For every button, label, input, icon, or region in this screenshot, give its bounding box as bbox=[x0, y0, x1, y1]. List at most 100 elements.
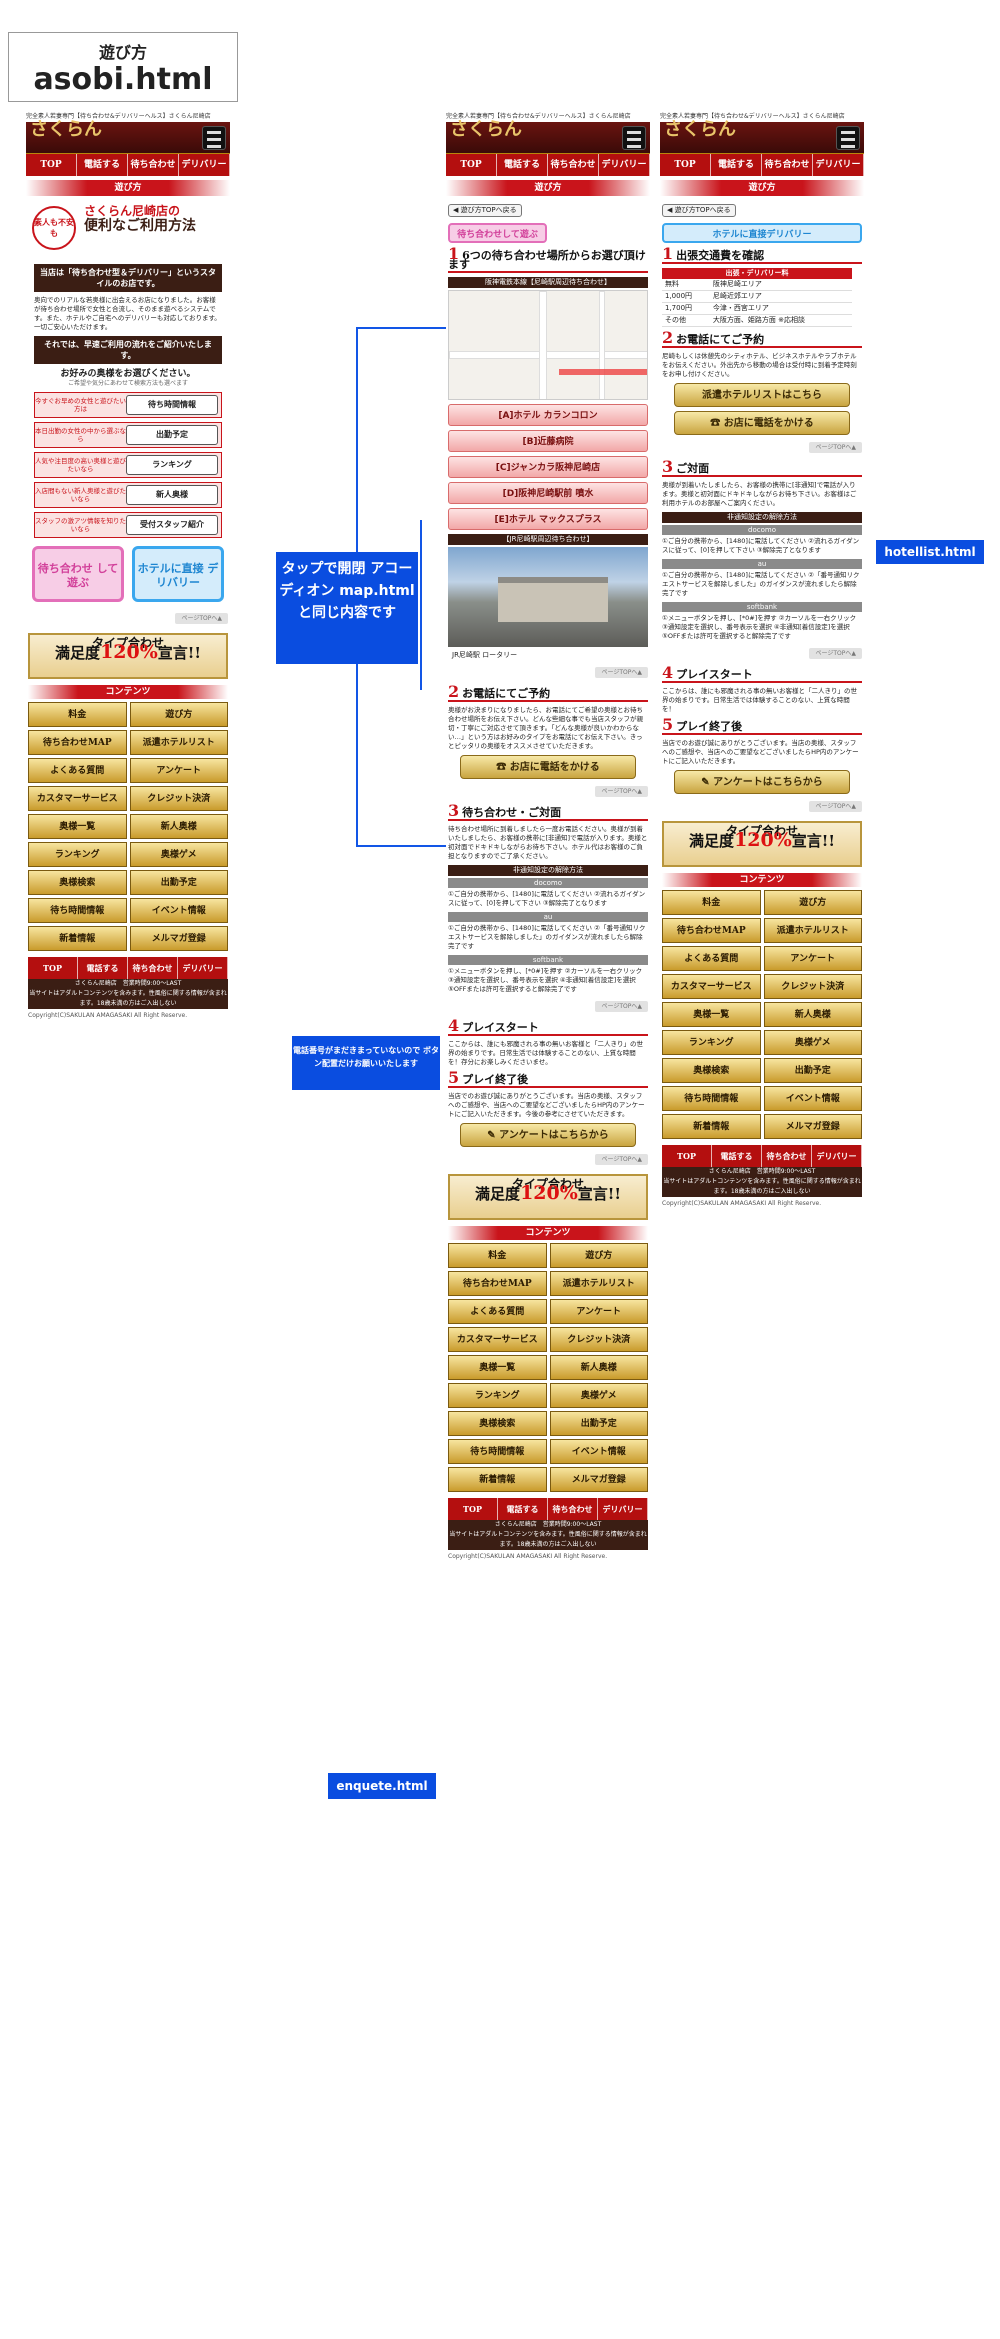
back-button[interactable]: ◀ 遊び方TOPへ戻る bbox=[662, 204, 736, 217]
site-logo[interactable]: さくらん bbox=[450, 121, 522, 139]
nav-meet[interactable]: 待ち合わせ bbox=[548, 154, 599, 176]
contents-item[interactable]: 奥様ゲメ bbox=[763, 1030, 862, 1055]
nav-meet[interactable]: 待ち合わせ bbox=[762, 154, 813, 176]
enquete-button[interactable]: ✎ アンケートはこちらから bbox=[674, 770, 850, 794]
contents-item[interactable]: 新着情報 bbox=[662, 1114, 761, 1139]
contents-item[interactable]: 奥様一覧 bbox=[448, 1355, 547, 1380]
contents-item[interactable]: クレジット決済 bbox=[763, 974, 862, 999]
contents-item[interactable]: 新着情報 bbox=[448, 1467, 547, 1492]
footer-nav-meet[interactable]: 待ち合わせ bbox=[548, 1498, 598, 1520]
spot-accordion-d[interactable]: [D]阪神尼崎駅前 噴水 bbox=[448, 482, 648, 504]
nav-delivery[interactable]: デリバリー bbox=[599, 154, 650, 176]
contents-item[interactable]: 派遣ホテルリスト bbox=[549, 1271, 648, 1296]
contents-item[interactable]: 料金 bbox=[448, 1243, 547, 1268]
page-top-link[interactable]: ページTOPへ▲ bbox=[809, 648, 862, 659]
site-logo[interactable]: さくらん bbox=[30, 121, 102, 139]
contents-item[interactable]: ランキング bbox=[28, 842, 127, 867]
nav-top[interactable]: TOP bbox=[660, 154, 711, 176]
option-row[interactable]: 本日出勤の女性の中から選ぶなら 出勤予定 bbox=[34, 422, 222, 448]
contents-item[interactable]: 奥様検索 bbox=[662, 1058, 761, 1083]
nav-tel[interactable]: 電話する bbox=[711, 154, 762, 176]
option-button[interactable]: 出勤予定 bbox=[126, 425, 218, 445]
page-top-link[interactable]: ページTOPへ▲ bbox=[809, 801, 862, 812]
contents-item[interactable]: 新人奥様 bbox=[549, 1355, 648, 1380]
contents-item[interactable]: 待ち時間情報 bbox=[662, 1086, 761, 1111]
option-button[interactable]: 待ち時間情報 bbox=[126, 395, 218, 415]
footer-nav-tel[interactable]: 電話する bbox=[78, 957, 128, 979]
contents-item[interactable]: メルマガ登録 bbox=[549, 1467, 648, 1492]
nav-meet[interactable]: 待ち合わせ bbox=[128, 154, 179, 176]
option-row[interactable]: 今すぐお早めの女性と遊びたい方は 待ち時間情報 bbox=[34, 392, 222, 418]
contents-item[interactable]: 遊び方 bbox=[549, 1243, 648, 1268]
page-top-link[interactable]: ページTOPへ▲ bbox=[595, 1001, 648, 1012]
menu-icon[interactable] bbox=[622, 126, 646, 150]
meet-mode-button[interactable]: 待ち合わせ して遊ぶ bbox=[32, 546, 124, 602]
call-button[interactable]: ☎ お店に電話をかける bbox=[460, 755, 636, 779]
contents-item[interactable]: 出勤予定 bbox=[549, 1411, 648, 1436]
footer-nav-top[interactable]: TOP bbox=[662, 1145, 712, 1167]
contents-item[interactable]: 料金 bbox=[662, 890, 761, 915]
satisfaction-banner[interactable]: タイプ合わせ 満足度120%宣言!! bbox=[28, 633, 228, 679]
footer-nav-tel[interactable]: 電話する bbox=[712, 1145, 762, 1167]
contents-item[interactable]: メルマガ登録 bbox=[129, 926, 228, 951]
option-row[interactable]: 人気や注目度の高い奥様と遊びたいなら ランキング bbox=[34, 452, 222, 478]
spot-accordion-a[interactable]: [A]ホテル カランコロン bbox=[448, 404, 648, 426]
contents-item[interactable]: 新着情報 bbox=[28, 926, 127, 951]
back-button[interactable]: ◀ 遊び方TOPへ戻る bbox=[448, 204, 522, 217]
contents-item[interactable]: 遊び方 bbox=[763, 890, 862, 915]
footer-nav-meet[interactable]: 待ち合わせ bbox=[762, 1145, 812, 1167]
contents-item[interactable]: 派遣ホテルリスト bbox=[129, 730, 228, 755]
contents-item[interactable]: イベント情報 bbox=[129, 898, 228, 923]
contents-item[interactable]: 待ち時間情報 bbox=[448, 1439, 547, 1464]
contents-item[interactable]: カスタマーサービス bbox=[662, 974, 761, 999]
contents-item[interactable]: 新人奥様 bbox=[763, 1002, 862, 1027]
contents-item[interactable]: 新人奥様 bbox=[129, 814, 228, 839]
tab-meet[interactable]: 待ち合わせして遊ぶ bbox=[448, 223, 547, 243]
contents-item[interactable]: よくある質問 bbox=[448, 1299, 547, 1324]
contents-item[interactable]: 奥様ゲメ bbox=[129, 842, 228, 867]
contents-item[interactable]: 奥様検索 bbox=[448, 1411, 547, 1436]
contents-item[interactable]: メルマガ登録 bbox=[763, 1114, 862, 1139]
contents-item[interactable]: 遊び方 bbox=[129, 702, 228, 727]
contents-item[interactable]: アンケート bbox=[763, 946, 862, 971]
nav-tel[interactable]: 電話する bbox=[497, 154, 548, 176]
satisfaction-banner[interactable]: タイプ合わせ 満足度120%宣言!! bbox=[662, 821, 862, 867]
contents-item[interactable]: アンケート bbox=[129, 758, 228, 783]
nav-top[interactable]: TOP bbox=[446, 154, 497, 176]
contents-item[interactable]: 奥様一覧 bbox=[662, 1002, 761, 1027]
contents-item[interactable]: 奥様一覧 bbox=[28, 814, 127, 839]
contents-item[interactable]: 待ち合わせMAP bbox=[28, 730, 127, 755]
contents-item[interactable]: 出勤予定 bbox=[129, 870, 228, 895]
contents-item[interactable]: 出勤予定 bbox=[763, 1058, 862, 1083]
page-top-link[interactable]: ページTOPへ▲ bbox=[595, 667, 648, 678]
contents-item[interactable]: クレジット決済 bbox=[129, 786, 228, 811]
menu-icon[interactable] bbox=[202, 126, 226, 150]
option-button[interactable]: 受付スタッフ紹介 bbox=[126, 515, 218, 535]
footer-nav-meet[interactable]: 待ち合わせ bbox=[128, 957, 178, 979]
footer-nav-top[interactable]: TOP bbox=[448, 1498, 498, 1520]
contents-item[interactable]: クレジット決済 bbox=[549, 1327, 648, 1352]
option-row[interactable]: スタッフの激アツ情報を知りたいなら 受付スタッフ紹介 bbox=[34, 512, 222, 538]
footer-nav-delivery[interactable]: デリバリー bbox=[178, 957, 228, 979]
nav-delivery[interactable]: デリバリー bbox=[179, 154, 230, 176]
tab-delivery[interactable]: ホテルに直接デリバリー bbox=[662, 223, 862, 243]
option-button[interactable]: 新人奥様 bbox=[126, 485, 218, 505]
contents-item[interactable]: 待ち時間情報 bbox=[28, 898, 127, 923]
contents-item[interactable]: 料金 bbox=[28, 702, 127, 727]
footer-nav-top[interactable]: TOP bbox=[28, 957, 78, 979]
site-logo[interactable]: さくらん bbox=[664, 121, 736, 139]
footer-nav-delivery[interactable]: デリバリー bbox=[598, 1498, 648, 1520]
contents-item[interactable]: 奥様ゲメ bbox=[549, 1383, 648, 1408]
contents-item[interactable]: カスタマーサービス bbox=[448, 1327, 547, 1352]
nav-delivery[interactable]: デリバリー bbox=[813, 154, 864, 176]
contents-item[interactable]: 奥様検索 bbox=[28, 870, 127, 895]
spot-accordion-c[interactable]: [C]ジャンカラ阪神尼崎店 bbox=[448, 456, 648, 478]
meeting-map[interactable] bbox=[448, 290, 648, 400]
spot-accordion-b[interactable]: [B]近藤病院 bbox=[448, 430, 648, 452]
contents-item[interactable]: 待ち合わせMAP bbox=[448, 1271, 547, 1296]
contents-item[interactable]: アンケート bbox=[549, 1299, 648, 1324]
enquete-button[interactable]: ✎ アンケートはこちらから bbox=[460, 1123, 636, 1147]
nav-top[interactable]: TOP bbox=[26, 154, 77, 176]
contents-item[interactable]: イベント情報 bbox=[763, 1086, 862, 1111]
menu-icon[interactable] bbox=[836, 126, 860, 150]
